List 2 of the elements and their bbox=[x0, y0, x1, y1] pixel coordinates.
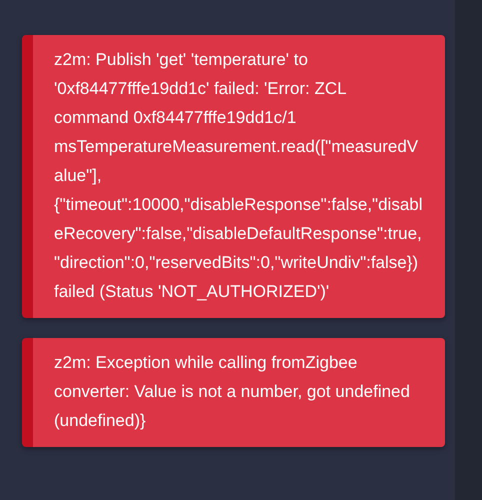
error-message: z2m: Publish 'get' 'temperature' to '0xf84477fffe19dd1c' failed: 'Error: ZCL command 0xf84477fffe19dd1c/1 msTemperatureMeasurement.read(["measuredValue"], {"timeout":10000,"disableResponse":false,"disableRecovery":false,"disableDefaultResponse":true,"direction":0,"reservedBits":0,"writeUndiv":false}) failed (Status 'NOT_AUTHORIZED')' bbox=[54, 49, 424, 303]
error-message: z2m: Exception while calling fromZigbee converter: Value is not a number, got undefined (undefined)} bbox=[54, 352, 411, 432]
